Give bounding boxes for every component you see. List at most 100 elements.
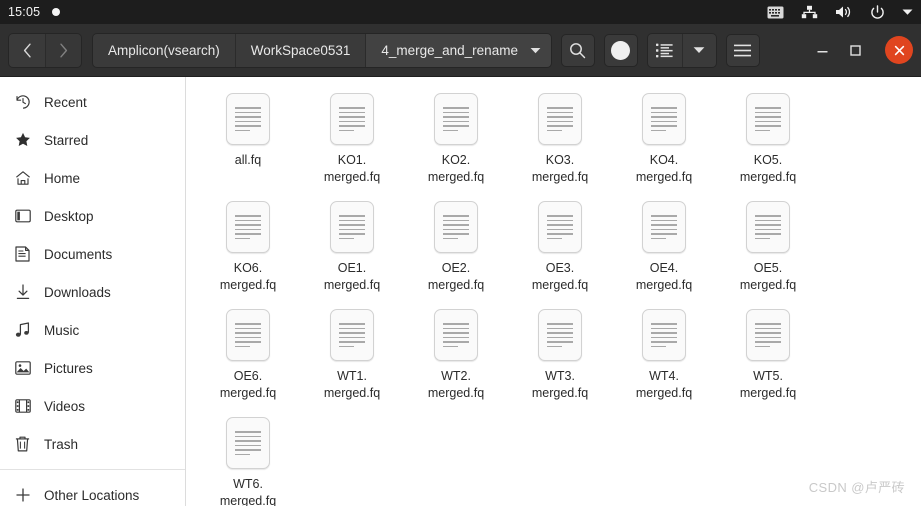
file-item[interactable]: WT3. merged.fq [508, 305, 612, 407]
file-label: KO2. merged.fq [427, 153, 485, 184]
breadcrumb-item-0[interactable]: Amplicon(vsearch) [93, 33, 235, 67]
file-label: WT6. merged.fq [219, 477, 277, 506]
forward-button[interactable] [45, 33, 81, 67]
sidebar-item-label: Recent [44, 94, 87, 110]
sidebar-item-trash[interactable]: Trash [0, 425, 185, 463]
text-file-icon [746, 93, 790, 145]
sidebar-item-documents[interactable]: Documents [0, 235, 185, 273]
file-item[interactable]: OE1. merged.fq [300, 197, 404, 299]
file-item[interactable]: KO3. merged.fq [508, 89, 612, 191]
breadcrumb-item-2[interactable]: 4_merge_and_rename [365, 33, 551, 67]
text-file-icon [226, 93, 270, 145]
file-item[interactable]: OE5. merged.fq [716, 197, 820, 299]
desktop-icon [14, 209, 31, 223]
search-button[interactable] [560, 33, 595, 67]
file-label: OE2. merged.fq [427, 261, 485, 292]
breadcrumb: Amplicon(vsearch) WorkSpace0531 4_merge_… [92, 32, 552, 68]
close-icon [894, 45, 904, 55]
file-label: OE5. merged.fq [739, 261, 797, 292]
sidebar-item-videos[interactable]: Videos [0, 387, 185, 425]
list-view-button[interactable] [647, 33, 682, 67]
maximize-button[interactable] [840, 35, 870, 65]
file-label: OE3. merged.fq [531, 261, 589, 292]
file-item[interactable]: WT1. merged.fq [300, 305, 404, 407]
file-item[interactable]: KO1. merged.fq [300, 89, 404, 191]
sidebar-item-label: Pictures [44, 360, 93, 376]
file-label: WT4. merged.fq [635, 369, 693, 400]
sidebar-item-other-locations[interactable]: Other Locations [0, 476, 185, 506]
file-item[interactable]: KO2. merged.fq [404, 89, 508, 191]
file-item[interactable]: WT6. merged.fq [196, 413, 300, 506]
minimize-button[interactable] [807, 35, 837, 65]
sidebar-item-label: Other Locations [44, 487, 140, 503]
sidebar-item-label: Videos [44, 398, 86, 414]
file-label: KO5. merged.fq [739, 153, 797, 184]
file-label: OE6. merged.fq [219, 369, 277, 400]
text-file-icon [434, 201, 478, 253]
view-options-button[interactable] [681, 33, 716, 67]
main-menu-button[interactable] [725, 33, 760, 67]
file-item[interactable]: WT5. merged.fq [716, 305, 820, 407]
sidebar-item-recent[interactable]: Recent [0, 83, 185, 121]
text-file-icon [642, 309, 686, 361]
file-item[interactable]: OE3. merged.fq [508, 197, 612, 299]
file-item[interactable]: all.fq [196, 89, 300, 191]
hamburger-icon [734, 44, 752, 56]
window-header-bar: Amplicon(vsearch) WorkSpace0531 4_merge_… [0, 24, 921, 77]
power-icon[interactable] [870, 4, 885, 20]
record-button[interactable] [603, 33, 638, 67]
back-button[interactable] [9, 33, 45, 67]
window-body: Recent Starred Home Desktop Documents Do… [0, 77, 921, 506]
sidebar-item-downloads[interactable]: Downloads [0, 273, 185, 311]
plus-icon [14, 487, 31, 503]
star-icon [14, 132, 31, 148]
file-item[interactable]: KO6. merged.fq [196, 197, 300, 299]
sidebar-item-home[interactable]: Home [0, 159, 185, 197]
breadcrumb-label: WorkSpace0531 [250, 42, 351, 58]
file-item[interactable]: WT2. merged.fq [404, 305, 508, 407]
text-file-icon [330, 93, 374, 145]
file-label: WT1. merged.fq [323, 369, 381, 400]
sidebar-divider [0, 469, 185, 470]
system-clock[interactable]: 15:05 [8, 5, 40, 19]
sidebar-item-pictures[interactable]: Pictures [0, 349, 185, 387]
keyboard-icon[interactable] [767, 6, 784, 19]
breadcrumb-label: Amplicon(vsearch) [108, 42, 220, 58]
file-item[interactable]: OE6. merged.fq [196, 305, 300, 407]
file-label: KO1. merged.fq [323, 153, 381, 184]
home-icon [14, 170, 31, 186]
close-button[interactable] [885, 36, 913, 64]
file-label: WT3. merged.fq [531, 369, 589, 400]
chevron-down-icon[interactable] [530, 47, 541, 54]
music-icon [14, 322, 31, 338]
sidebar-item-label: Desktop [44, 208, 94, 224]
file-label: OE4. merged.fq [635, 261, 693, 292]
sidebar-item-starred[interactable]: Starred [0, 121, 185, 159]
sidebar-item-desktop[interactable]: Desktop [0, 197, 185, 235]
breadcrumb-label: 4_merge_and_rename [381, 42, 518, 58]
download-icon [14, 284, 31, 300]
chevron-left-icon [23, 43, 31, 57]
text-file-icon [538, 93, 582, 145]
network-icon[interactable] [801, 5, 818, 19]
text-file-icon [642, 201, 686, 253]
file-item[interactable]: KO5. merged.fq [716, 89, 820, 191]
breadcrumb-item-1[interactable]: WorkSpace0531 [234, 33, 366, 67]
minimize-icon [817, 50, 827, 52]
file-label: all.fq [234, 153, 262, 167]
text-file-icon [226, 201, 270, 253]
search-icon [570, 42, 586, 58]
volume-icon[interactable] [835, 5, 853, 19]
sidebar-item-music[interactable]: Music [0, 311, 185, 349]
sidebar-item-label: Starred [44, 132, 89, 148]
file-item[interactable]: OE2. merged.fq [404, 197, 508, 299]
file-item[interactable]: OE4. merged.fq [612, 197, 716, 299]
chevron-right-icon [60, 43, 68, 57]
file-grid-area[interactable]: all.fq KO1. merged.fq KO2. merged.fq KO3. merg… [186, 77, 921, 506]
file-label: KO4. merged.fq [635, 153, 693, 184]
file-item[interactable]: WT4. merged.fq [612, 305, 716, 407]
chevron-down-icon[interactable] [902, 8, 913, 16]
circle-icon [611, 40, 631, 60]
file-item[interactable]: KO4. merged.fq [612, 89, 716, 191]
text-file-icon [226, 309, 270, 361]
